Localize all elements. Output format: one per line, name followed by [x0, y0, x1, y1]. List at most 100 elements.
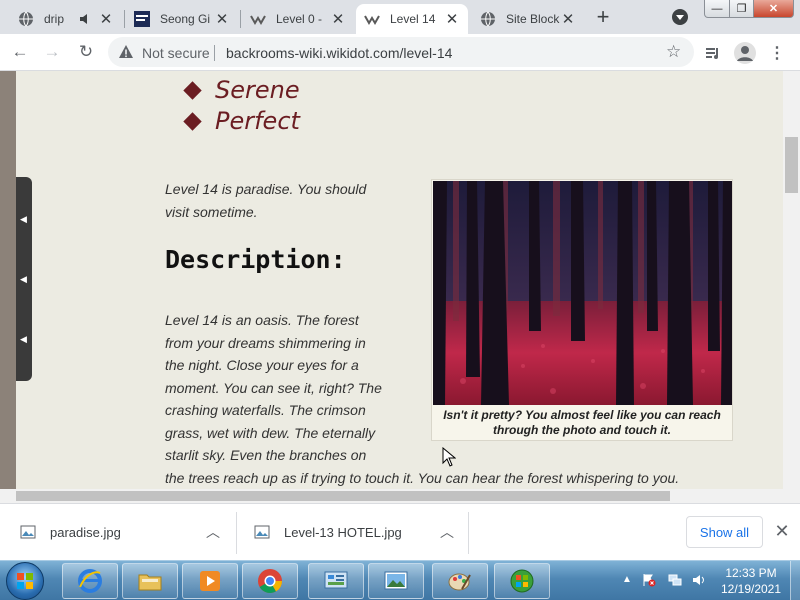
reading-list-icon[interactable]	[702, 42, 724, 64]
description-line: the trees reach up as if trying to touch…	[165, 469, 680, 486]
window-close-icon[interactable]: ✕	[754, 0, 794, 18]
volume-icon[interactable]	[692, 573, 706, 587]
action-center-flag-icon[interactable]	[642, 573, 656, 587]
clock-time: 12:33 PM	[725, 566, 777, 580]
security-status[interactable]: Not secure	[142, 45, 210, 61]
url-text[interactable]: backrooms-wiki.wikidot.com/level-14	[226, 45, 452, 61]
new-tab-icon[interactable]: +	[592, 4, 614, 29]
horizontal-scrollbar[interactable]	[0, 489, 800, 503]
side-panel-toggle[interactable]: ◀ ◀ ◀	[16, 177, 32, 381]
control-panel-button[interactable]	[308, 563, 364, 599]
forest-photo[interactable]	[433, 181, 732, 405]
omnibox-divider	[214, 45, 215, 61]
address-bar[interactable]: Not secure backrooms-wiki.wikidot.com/le…	[108, 37, 694, 67]
close-tab-icon[interactable]: ✕	[330, 11, 346, 28]
windows-logo-icon	[17, 573, 33, 589]
paint-button[interactable]	[432, 563, 488, 599]
internet-explorer-button[interactable]	[62, 563, 118, 599]
system-clock[interactable]: 12:33 PM 12/19/2021	[716, 565, 786, 597]
tab-title: drip	[44, 12, 65, 26]
bullet-text: Serene	[215, 76, 300, 104]
diamond-bullet-icon	[183, 111, 202, 131]
close-tab-icon[interactable]: ✕	[560, 11, 576, 28]
tab-search-icon[interactable]	[672, 9, 688, 25]
shield-icon	[510, 569, 534, 593]
bookmark-star-icon[interactable]: ☆	[666, 42, 681, 62]
image-file-icon	[254, 525, 270, 539]
tab-level-0[interactable]: Level 0 - ✕	[242, 4, 354, 34]
close-tab-icon[interactable]: ✕	[98, 11, 114, 28]
folder-icon	[138, 574, 162, 591]
reload-icon[interactable]: ↻	[76, 42, 96, 62]
tab-drip[interactable]: drip ✕	[10, 4, 122, 34]
browser-toolbar: ← → ↻ Not secure backrooms-wiki.wikidot.…	[0, 34, 800, 71]
list-item: Perfect	[183, 107, 300, 135]
left-arrow-icon[interactable]: ◀	[20, 215, 28, 224]
profile-avatar-icon[interactable]	[734, 42, 756, 64]
media-player-icon	[200, 571, 220, 591]
restore-icon[interactable]: ❐	[730, 0, 754, 18]
speaker-icon[interactable]	[78, 12, 92, 26]
download-item[interactable]: paradise.jpg ︿	[20, 518, 226, 546]
control-panel-icon	[324, 571, 348, 589]
left-arrow-icon[interactable]: ◀	[20, 335, 28, 344]
file-explorer-button[interactable]	[122, 563, 178, 599]
tab-separator	[240, 10, 241, 28]
photo-viewer-button[interactable]	[368, 563, 424, 599]
menu-kebab-icon[interactable]: ⋮	[766, 42, 788, 64]
warning-triangle-icon[interactable]	[118, 44, 134, 60]
show-all-button[interactable]: Show all	[686, 516, 763, 548]
globe-icon	[19, 11, 33, 27]
tab-title: Level 14	[390, 12, 436, 26]
tab-separator	[124, 10, 125, 28]
security-app-button[interactable]	[494, 563, 550, 599]
download-item[interactable]: Level-13 HOTEL.jpg ︿	[254, 518, 460, 546]
chrome-button[interactable]	[242, 563, 298, 599]
close-tab-icon[interactable]: ✕	[214, 11, 230, 28]
tab-seong-gi[interactable]: Seong Gi ✕	[126, 4, 238, 34]
tab-strip: drip ✕ Seong Gi ✕ Level 0 - ✕ Level 14 ✕…	[0, 0, 800, 34]
media-player-button[interactable]	[182, 563, 238, 599]
globe-icon	[481, 11, 495, 27]
internet-explorer-icon	[78, 569, 102, 593]
minimize-icon[interactable]: —	[704, 0, 730, 18]
download-shelf: paradise.jpg ︿ Level-13 HOTEL.jpg ︿ Show…	[0, 503, 800, 560]
shelf-separator	[468, 512, 469, 554]
left-gutter	[0, 71, 16, 503]
picture-icon	[384, 571, 408, 590]
shelf-separator	[236, 512, 237, 554]
horizontal-scroll-thumb[interactable]	[16, 491, 670, 501]
window-controls: — ❐ ✕	[704, 0, 794, 18]
left-arrow-icon[interactable]: ◀	[20, 275, 28, 284]
bullet-text: Perfect	[215, 107, 300, 135]
figure-block: Isn't it pretty? You almost feel like yo…	[431, 179, 733, 441]
close-shelf-icon[interactable]: ✕	[773, 521, 791, 541]
tab-level-14[interactable]: Level 14 ✕	[356, 4, 468, 34]
close-tab-icon[interactable]: ✕	[444, 11, 460, 28]
back-arrow-icon[interactable]: ←	[10, 42, 30, 62]
download-filename: paradise.jpg	[50, 524, 121, 540]
wikidot-icon	[250, 15, 266, 25]
chrome-icon	[258, 569, 282, 594]
clock-date: 12/19/2021	[720, 582, 782, 596]
diamond-bullet-icon	[183, 80, 202, 100]
download-filename: Level-13 HOTEL.jpg	[284, 524, 402, 540]
site-thumbnail-icon	[134, 11, 150, 27]
mouse-pointer-icon	[442, 447, 456, 467]
vertical-scrollbar[interactable]	[783, 71, 800, 489]
tab-title: Level 0 -	[276, 12, 323, 26]
tab-title: Seong Gi	[160, 12, 211, 26]
tab-site-block[interactable]: Site Block ✕	[472, 4, 584, 34]
vertical-scroll-thumb[interactable]	[785, 137, 798, 193]
forward-arrow-icon[interactable]: →	[42, 42, 62, 62]
tray-expand-icon[interactable]: ▲	[622, 574, 636, 588]
chevron-up-icon[interactable]: ︿	[206, 522, 220, 542]
paint-palette-icon	[448, 573, 471, 591]
intro-line: visit sometime.	[165, 203, 258, 220]
intro-line: Level 14 is paradise. You should	[165, 181, 367, 197]
start-button[interactable]	[6, 562, 44, 600]
show-desktop-button[interactable]	[790, 561, 800, 600]
figure-caption: Isn't it pretty? You almost feel like yo…	[443, 408, 721, 437]
chevron-up-icon[interactable]: ︿	[440, 522, 454, 542]
network-icon[interactable]	[668, 573, 682, 587]
